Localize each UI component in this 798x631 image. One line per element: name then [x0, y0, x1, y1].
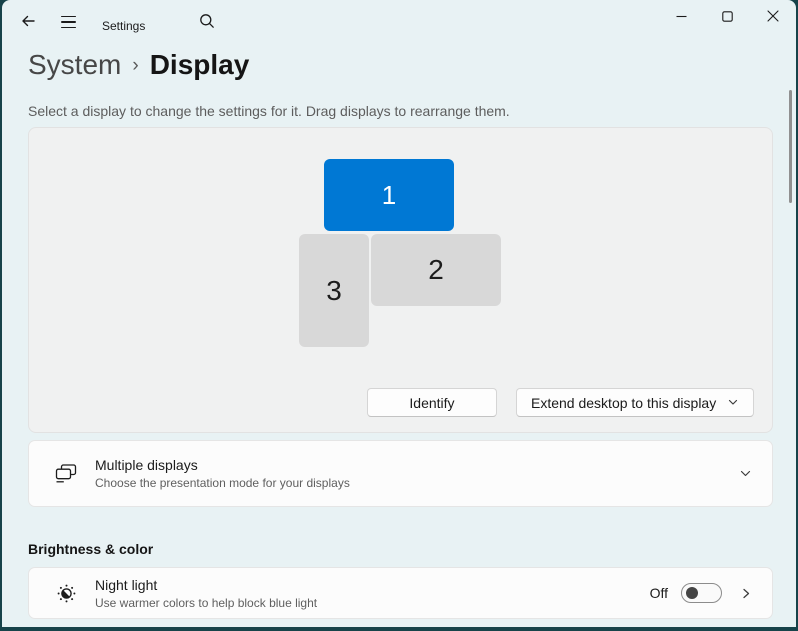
display-mode-dropdown-value: Extend desktop to this display — [531, 394, 717, 411]
vertical-scrollbar[interactable] — [789, 90, 792, 203]
multiple-displays-subtitle: Choose the presentation mode for your di… — [95, 476, 350, 490]
display-mode-dropdown[interactable]: Extend desktop to this display — [516, 388, 754, 417]
multiple-displays-row[interactable]: Multiple displays Choose the presentatio… — [28, 440, 773, 507]
night-light-title: Night light — [95, 576, 158, 593]
multiple-displays-icon — [53, 463, 79, 484]
night-light-subtitle: Use warmer colors to help block blue lig… — [95, 595, 318, 610]
night-light-text: Night light Use warmer colors to help bl… — [95, 577, 650, 610]
search-button[interactable] — [194, 10, 220, 34]
hamburger-icon — [60, 15, 76, 18]
night-light-icon — [53, 583, 79, 604]
minimize-button[interactable] — [658, 0, 704, 34]
back-arrow-icon — [20, 13, 36, 32]
toggle-knob — [686, 587, 698, 599]
breadcrumb: System › Display — [28, 46, 249, 84]
breadcrumb-separator-icon: › — [132, 55, 139, 76]
multiple-displays-text: Multiple displays Choose the presentatio… — [95, 457, 729, 490]
titlebar: Settings — [2, 0, 796, 44]
close-icon — [767, 9, 779, 25]
maximize-icon — [721, 10, 733, 25]
night-light-toggle[interactable] — [681, 583, 722, 603]
maximize-button[interactable] — [704, 0, 750, 34]
back-button[interactable] — [15, 10, 41, 34]
chevron-down-icon — [739, 467, 752, 480]
search-icon — [199, 13, 215, 32]
multiple-displays-title: Multiple displays — [95, 457, 198, 473]
display-arrangement-card: 1 3 2 Identify Extend desktop to this di… — [28, 127, 773, 433]
toggle-state-label: Off — [649, 585, 668, 601]
section-header-brightness-color: Brightness & color — [28, 541, 154, 557]
page-title: Display — [149, 49, 250, 80]
page-description: Select a display to change the settings … — [28, 103, 510, 119]
chevron-right-icon — [740, 587, 752, 600]
identify-button[interactable]: Identify — [367, 388, 497, 417]
monitor-1[interactable]: 1 — [324, 159, 454, 231]
night-light-row[interactable]: Night light Use warmer colors to help bl… — [28, 567, 773, 619]
settings-window: Settings System › Display Select a displ… — [2, 0, 796, 627]
monitor-2[interactable]: 2 — [371, 234, 501, 306]
monitor-3[interactable]: 3 — [299, 234, 369, 347]
breadcrumb-system[interactable]: System — [28, 49, 121, 81]
caption-buttons — [658, 0, 796, 34]
navigation-menu-button[interactable] — [55, 10, 81, 34]
app-title: Settings — [102, 19, 146, 33]
minimize-icon — [676, 10, 687, 25]
close-button[interactable] — [750, 0, 796, 34]
chevron-down-icon — [727, 395, 739, 411]
